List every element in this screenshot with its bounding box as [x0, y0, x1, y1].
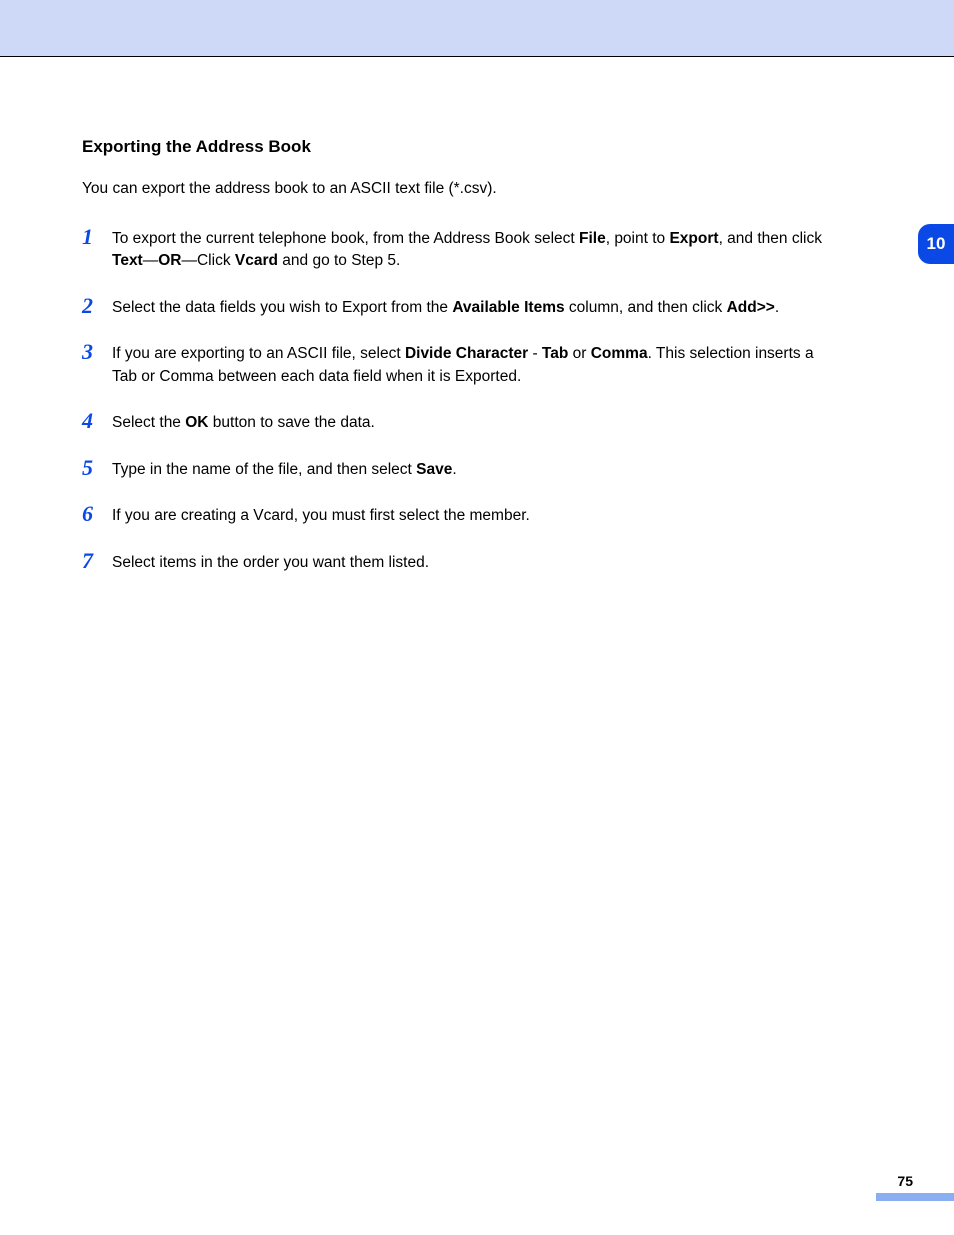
step-item: 1To export the current telephone book, f…: [82, 226, 842, 273]
step-text: If you are exporting to an ASCII file, s…: [112, 341, 842, 388]
step-item: 5Type in the name of the file, and then …: [82, 457, 842, 481]
step-number: 5: [82, 457, 112, 479]
header-band: [0, 0, 954, 56]
page-content: Exporting the Address Book You can expor…: [0, 57, 902, 574]
step-number: 6: [82, 503, 112, 525]
step-text: Select the OK button to save the data.: [112, 410, 375, 434]
step-item: 4Select the OK button to save the data.: [82, 410, 842, 434]
step-number: 3: [82, 341, 112, 363]
step-text: Select items in the order you want them …: [112, 550, 429, 574]
step-list: 1To export the current telephone book, f…: [82, 226, 842, 574]
step-item: 6If you are creating a Vcard, you must f…: [82, 503, 842, 527]
step-text: Select the data fields you wish to Expor…: [112, 295, 779, 319]
step-number: 2: [82, 295, 112, 317]
step-number: 7: [82, 550, 112, 572]
intro-paragraph: You can export the address book to an AS…: [82, 179, 842, 200]
step-item: 3If you are exporting to an ASCII file, …: [82, 341, 842, 388]
step-item: 7Select items in the order you want them…: [82, 550, 842, 574]
step-text: Type in the name of the file, and then s…: [112, 457, 457, 481]
step-number: 4: [82, 410, 112, 432]
step-text: To export the current telephone book, fr…: [112, 226, 842, 273]
step-text: If you are creating a Vcard, you must fi…: [112, 503, 530, 527]
section-heading: Exporting the Address Book: [82, 137, 842, 157]
page-number: 75: [897, 1173, 913, 1189]
step-item: 2Select the data fields you wish to Expo…: [82, 295, 842, 319]
section-tab: 10: [918, 224, 954, 264]
step-number: 1: [82, 226, 112, 248]
footer-accent-bar: [876, 1193, 954, 1201]
